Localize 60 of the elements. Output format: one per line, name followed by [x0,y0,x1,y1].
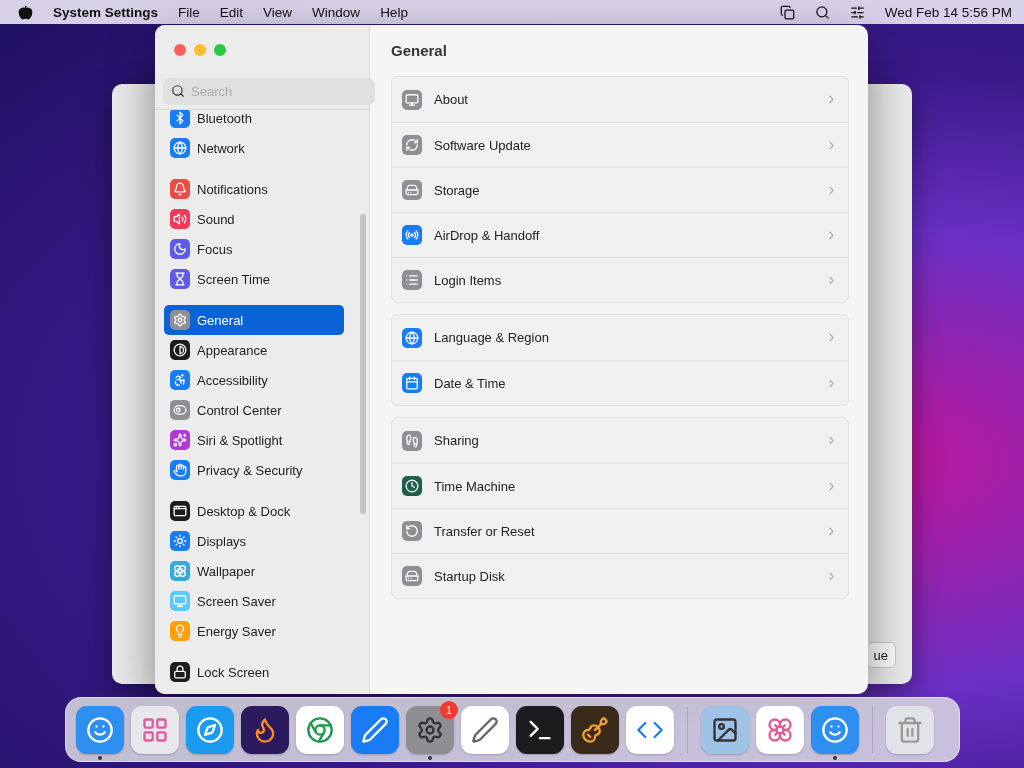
settings-row[interactable]: Language & Region [392,315,848,360]
sidebar-item[interactable]: Desktop & Dock [164,496,344,526]
browser-icon[interactable] [296,705,344,754]
menu-item[interactable]: Window [312,4,361,20]
settings-row[interactable]: Startup Disk [392,553,848,598]
sidebar-item[interactable]: Notifications [164,174,344,204]
settings-row[interactable]: Login Items [392,257,848,302]
trash-icon[interactable] [886,705,934,754]
close-button[interactable] [174,44,186,56]
face-icon[interactable] [76,705,124,754]
code-icon[interactable] [626,705,674,754]
sidebar-item[interactable]: Control Center [164,395,344,425]
notification-badge: 1 [440,700,458,719]
notepad-icon[interactable] [461,705,509,754]
settings-row[interactable]: Sharing [392,418,848,463]
search-icon [171,84,185,98]
settings-row[interactable]: Storage [392,167,848,212]
search-icon[interactable] [814,4,830,20]
pen-icon[interactable] [351,705,399,754]
settings-row[interactable]: Transfer or Reset [392,508,848,553]
sidebar-item[interactable]: Energy Saver [164,616,344,646]
app-menu[interactable]: System Settings [53,4,159,20]
settings-row[interactable]: Time Machine [392,463,848,508]
sidebar-item[interactable]: Privacy & Security [164,455,344,485]
sidebar-item[interactable]: Displays [164,526,344,556]
menu-item[interactable]: File [178,4,200,20]
flame-icon[interactable] [241,705,289,754]
apple-logo-icon[interactable] [18,4,33,20]
windows-icon[interactable] [779,4,795,20]
scrollbar[interactable] [360,214,366,514]
preview-icon[interactable] [701,705,749,754]
guitar-icon[interactable] [571,705,619,754]
flower-icon[interactable] [756,705,804,754]
settings-row[interactable]: AirDrop & Handoff [392,212,848,257]
compass-icon[interactable] [186,705,234,754]
menu-clock[interactable]: Wed Feb 14 5:56 PM [884,4,1012,20]
grid-icon[interactable] [131,705,179,754]
sidebar-item[interactable]: Bluetooth [164,110,344,133]
settings-row[interactable]: Date & Time [392,360,848,405]
sidebar-item[interactable]: Appearance [164,335,344,365]
face-icon[interactable] [811,705,859,754]
settings-row[interactable]: About [392,77,848,122]
sidebar-item[interactable]: Screen Saver [164,586,344,616]
sidebar-item[interactable]: Sound [164,204,344,234]
settings-row[interactable]: Software Update [392,122,848,167]
menu-item[interactable]: Help [380,4,408,20]
sidebar-item[interactable]: Lock Screen [164,657,344,687]
control-center-icon[interactable] [849,4,865,20]
sidebar-item[interactable]: Screen Time [164,264,344,294]
sidebar-item[interactable]: Focus [164,234,344,264]
sidebar-item[interactable]: Network [164,133,344,163]
menu-item[interactable]: Edit [219,4,244,20]
sidebar-item[interactable]: Siri & Spotlight [164,425,344,455]
gear-icon[interactable] [406,705,454,754]
page-title: General [391,42,448,59]
sidebar-item[interactable]: Wallpaper [164,556,344,586]
sidebar-item[interactable]: General [164,305,344,335]
sidebar-item[interactable]: Accessibility [164,365,344,395]
menu-item[interactable]: View [263,4,293,20]
terminal-icon[interactable] [516,705,564,754]
